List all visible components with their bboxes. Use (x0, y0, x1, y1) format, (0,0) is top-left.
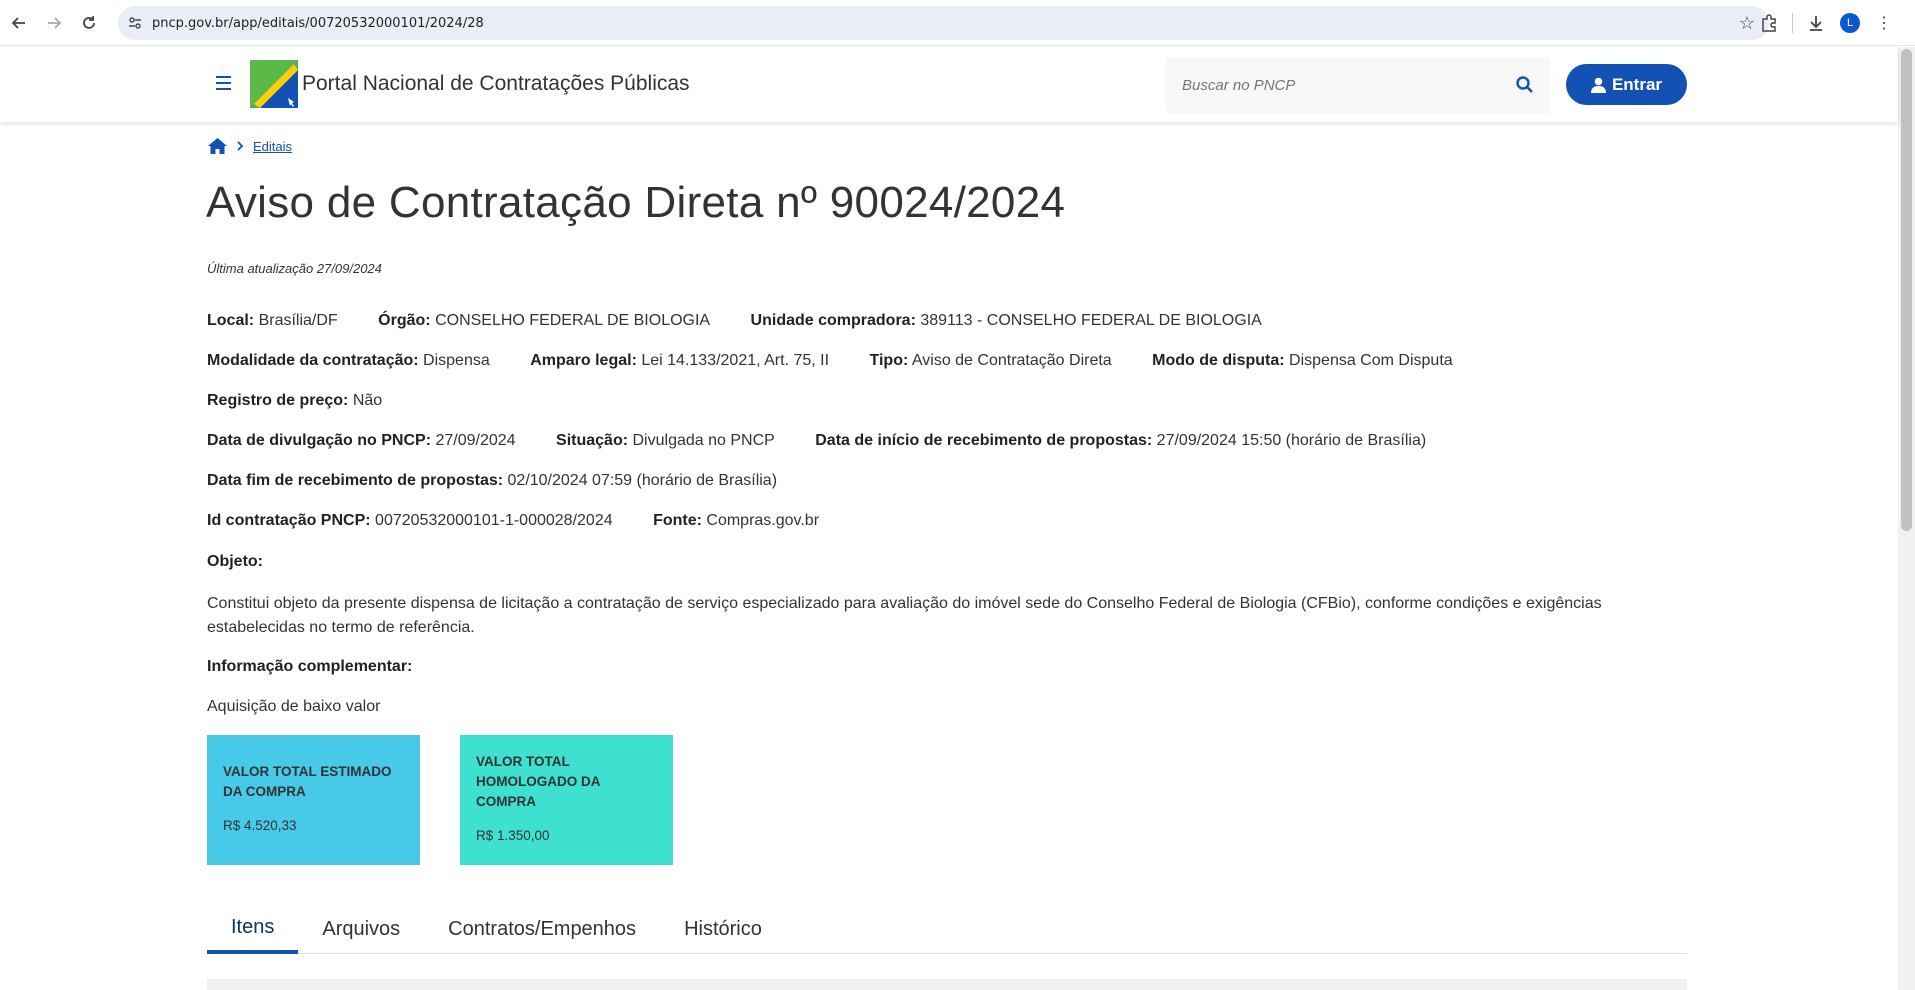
breadcrumb-editais-link[interactable]: Editais (253, 139, 292, 154)
field-data-divulgacao: Data de divulgação no PNCP: 27/09/2024 (207, 432, 516, 449)
page-title: Aviso de Contratação Direta nº 90024/202… (206, 178, 1066, 227)
field-value: Lei 14.133/2021, Art. 75, II (641, 352, 830, 369)
field-value: CONSELHO FEDERAL DE BIOLOGIA (435, 312, 711, 329)
detail-tabs: Itens Arquivos Contratos/Empenhos Histór… (207, 904, 1687, 954)
items-panel-top (207, 979, 1687, 990)
tab-historico[interactable]: Histórico (660, 904, 786, 954)
pncp-logo[interactable] (250, 60, 298, 108)
search-input[interactable] (1182, 77, 1482, 94)
info-row-6: Id contratação PNCP: 00720532000101-1-00… (207, 512, 855, 530)
field-label: Data de divulgação no PNCP: (207, 432, 432, 449)
info-row-3: Registro de preço: Não (207, 392, 418, 410)
field-local: Local: Brasília/DF (207, 312, 338, 329)
field-id-contratacao: Id contratação PNCP: 00720532000101-1-00… (207, 512, 613, 529)
card-title: VALOR TOTAL HOMOLOGADO DA COMPRA (476, 754, 600, 809)
field-value: 27/09/2024 15:50 (horário de Brasília) (1156, 432, 1427, 449)
field-label: Modo de disputa: (1152, 352, 1285, 369)
toolbar-divider (1792, 13, 1793, 33)
card-valor-homologado: VALOR TOTAL HOMOLOGADO DA COMPRA R$ 1.35… (460, 735, 673, 865)
extensions-icon[interactable] (1752, 6, 1786, 40)
field-label: Modalidade da contratação: (207, 352, 419, 369)
more-menu-icon[interactable]: ⋮ (1867, 6, 1901, 40)
field-value: 27/09/2024 (435, 432, 516, 449)
field-label: Registro de preço: (207, 392, 349, 409)
hamburger-menu-icon[interactable] (216, 71, 238, 95)
reload-icon[interactable] (72, 6, 106, 40)
scrollbar-thumb[interactable] (1901, 49, 1912, 531)
tab-contratos-empenhos[interactable]: Contratos/Empenhos (424, 904, 660, 954)
last-update-text: Última atualização 27/09/2024 (207, 261, 382, 276)
page-scrollbar[interactable] (1898, 47, 1915, 990)
info-row-5: Data fim de recebimento de propostas: 02… (207, 472, 813, 490)
field-label: Fonte: (653, 512, 702, 529)
info-complementar-text: Aquisição de baixo valor (207, 698, 381, 715)
field-label: Órgão: (378, 312, 431, 329)
field-value: Dispensa (423, 352, 490, 369)
field-data-inicio: Data de início de recebimento de propost… (815, 432, 1426, 449)
field-value: Divulgada no PNCP (632, 432, 775, 449)
field-value: Compras.gov.br (706, 512, 820, 529)
avatar: L (1840, 13, 1860, 33)
forward-icon[interactable] (37, 6, 71, 40)
breadcrumb: Editais (208, 138, 292, 154)
back-icon[interactable] (2, 6, 36, 40)
info-row-1: Local: Brasília/DF Órgão: CONSELHO FEDER… (207, 312, 1298, 330)
field-value: Não (352, 392, 383, 409)
field-label: Unidade compradora: (750, 312, 916, 329)
url-text: pncp.gov.br/app/editais/00720532000101/2… (152, 15, 484, 31)
field-label: Id contratação PNCP: (207, 512, 371, 529)
objeto-text: Constitui objeto da presente dispensa de… (207, 595, 1602, 636)
field-value: 389113 - CONSELHO FEDERAL DE BIOLOGIA (920, 312, 1262, 329)
field-fonte: Fonte: Compras.gov.br (653, 512, 819, 529)
field-tipo: Tipo: Aviso de Contratação Direta (870, 352, 1112, 369)
info-complementar-label: Informação complementar: (207, 658, 413, 675)
card-value: R$ 1.350,00 (476, 828, 550, 843)
tab-arquivos[interactable]: Arquivos (298, 904, 424, 954)
field-label: Amparo legal: (530, 352, 637, 369)
download-icon[interactable] (1799, 6, 1833, 40)
field-modalidade: Modalidade da contratação: Dispensa (207, 352, 490, 369)
field-label: Data fim de recebimento de propostas: (207, 472, 504, 489)
login-button[interactable]: Entrar (1566, 64, 1687, 105)
field-registro-preco: Registro de preço: Não (207, 392, 382, 409)
user-icon (1590, 77, 1606, 93)
field-value: Dispensa Com Disputa (1289, 352, 1453, 369)
tab-itens[interactable]: Itens (207, 904, 299, 954)
info-row-4: Data de divulgação no PNCP: 27/09/2024 S… (207, 432, 1462, 450)
objeto-label: Objeto: (207, 553, 263, 570)
card-value: R$ 4.520,33 (223, 818, 297, 833)
field-amparo: Amparo legal: Lei 14.133/2021, Art. 75, … (530, 352, 829, 369)
address-bar[interactable]: pncp.gov.br/app/editais/00720532000101/2… (118, 6, 1769, 40)
field-modo-disputa: Modo de disputa: Dispensa Com Disputa (1152, 352, 1453, 369)
field-label: Data de início de recebimento de propost… (815, 432, 1153, 449)
field-value: Brasília/DF (258, 312, 338, 329)
field-orgao: Órgão: CONSELHO FEDERAL DE BIOLOGIA (378, 312, 710, 329)
field-value: Aviso de Contratação Direta (911, 352, 1112, 369)
home-icon[interactable] (208, 138, 227, 154)
field-data-fim: Data fim de recebimento de propostas: 02… (207, 472, 777, 489)
site-header: Portal Nacional de Contratações Públicas… (0, 47, 1898, 122)
login-label: Entrar (1611, 74, 1663, 94)
field-label: Local: (207, 312, 255, 329)
profile-avatar[interactable]: L (1833, 6, 1867, 40)
field-label: Situação: (556, 432, 629, 449)
field-value: 02/10/2024 07:59 (horário de Brasília) (507, 472, 778, 489)
portal-title[interactable]: Portal Nacional de Contratações Públicas (302, 72, 690, 96)
search-icon[interactable] (1514, 74, 1536, 96)
chevron-right-icon (237, 141, 244, 151)
card-title: VALOR TOTAL ESTIMADO DA COMPRA (223, 764, 392, 799)
card-valor-estimado: VALOR TOTAL ESTIMADO DA COMPRA R$ 4.520,… (207, 735, 420, 865)
info-row-2: Modalidade da contratação: Dispensa Ampa… (207, 352, 1489, 370)
site-settings-icon[interactable] (118, 6, 152, 40)
field-situacao: Situação: Divulgada no PNCP (556, 432, 775, 449)
search-box[interactable] (1165, 57, 1550, 114)
field-unidade: Unidade compradora: 389113 - CONSELHO FE… (751, 312, 1262, 329)
field-value: 00720532000101-1-000028/2024 (375, 512, 613, 529)
field-label: Tipo: (869, 352, 909, 369)
